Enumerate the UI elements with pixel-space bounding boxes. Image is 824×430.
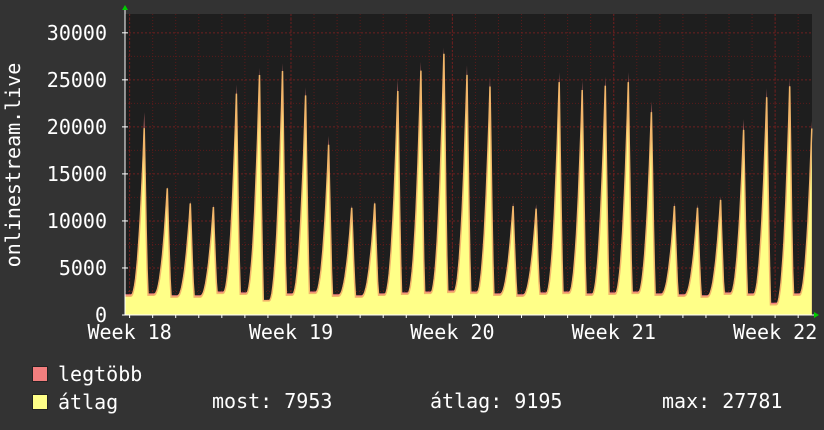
y-tick-label: 20000 [47,115,107,139]
y-tick-label: 15000 [47,162,107,186]
y-axis-label: onlinestream.live [1,63,25,268]
y-tick-label: 10000 [47,209,107,233]
legend-label-avg: átlag [58,390,119,414]
stat-now: most: 7953 [212,389,333,413]
stat-avg: átlag: 9195 [430,389,563,413]
y-tick-label: 25000 [47,68,107,92]
avg-swatch [32,394,48,410]
max-swatch [32,366,48,382]
legend-label-max: legtöbb [58,362,143,386]
x-tick-label: Week 22 [733,320,817,344]
stat-max: max: 27781 [662,389,783,413]
y-tick-label: 5000 [59,256,107,280]
legend-item-max: legtöbb [32,363,142,385]
x-tick-label: Week 20 [410,320,494,344]
x-tick-label: Week 18 [87,320,171,344]
y-axis-arrow [122,5,128,10]
y-tick-label: 30000 [47,21,107,45]
legend-item-avg: átlag [32,391,118,413]
x-tick-label: Week 19 [249,320,333,344]
x-axis-arrow [814,312,819,318]
x-tick-label: Week 21 [572,320,656,344]
